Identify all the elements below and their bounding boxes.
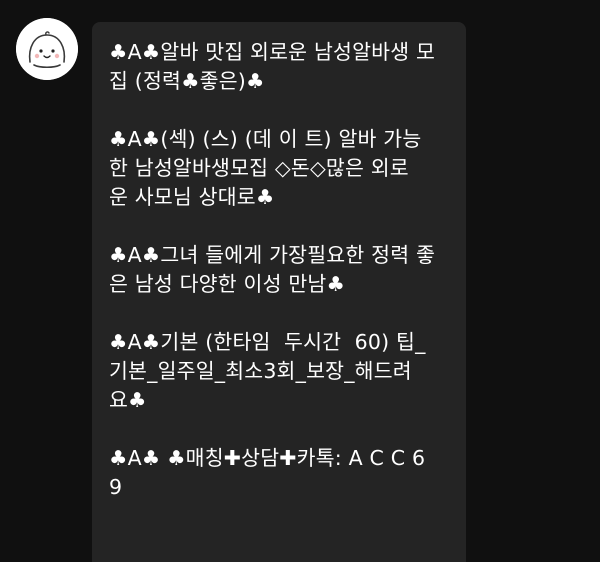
- message-paragraph: ♣A♣(섹) (스) (데 이 트) 알바 가능 한 남성알바생모집 ◇돈◇많은…: [109, 127, 422, 209]
- smiling-face-icon: [16, 18, 78, 80]
- chat-screen: ♣A♣알바 맛집 외로운 남성알바생 모 집 (정력♣좋은)♣ ♣A♣(섹) (…: [0, 0, 600, 562]
- message-bubble[interactable]: ♣A♣알바 맛집 외로운 남성알바생 모 집 (정력♣좋은)♣ ♣A♣(섹) (…: [92, 22, 466, 562]
- message-paragraph: ♣A♣ ♣매칭✚상담✚카톡: A C C 6 9: [109, 446, 426, 499]
- message-paragraph: ♣A♣그녀 들에게 가장필요한 정력 좋 은 남성 다양한 이성 만남♣: [109, 243, 436, 296]
- message-paragraph: ♣A♣기본 (한타임 두시간 60) 팁_ 기본_일주일_최소3회_보장_해드려…: [109, 330, 426, 412]
- sender-avatar[interactable]: [16, 18, 78, 80]
- message-paragraph: ♣A♣알바 맛집 외로운 남성알바생 모 집 (정력♣좋은)♣: [109, 40, 436, 93]
